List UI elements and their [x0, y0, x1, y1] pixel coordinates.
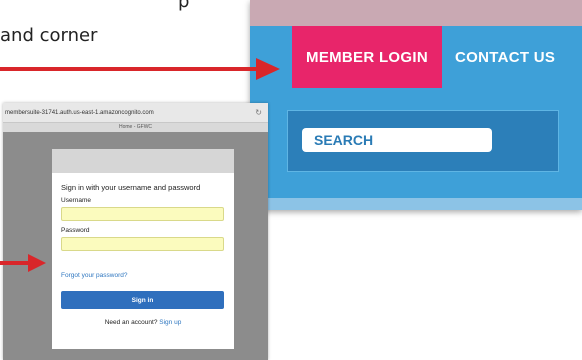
arrow-to-member-login: [0, 58, 280, 80]
arrow-to-login-popup: [0, 254, 46, 272]
annotation-arrows: [0, 58, 280, 272]
